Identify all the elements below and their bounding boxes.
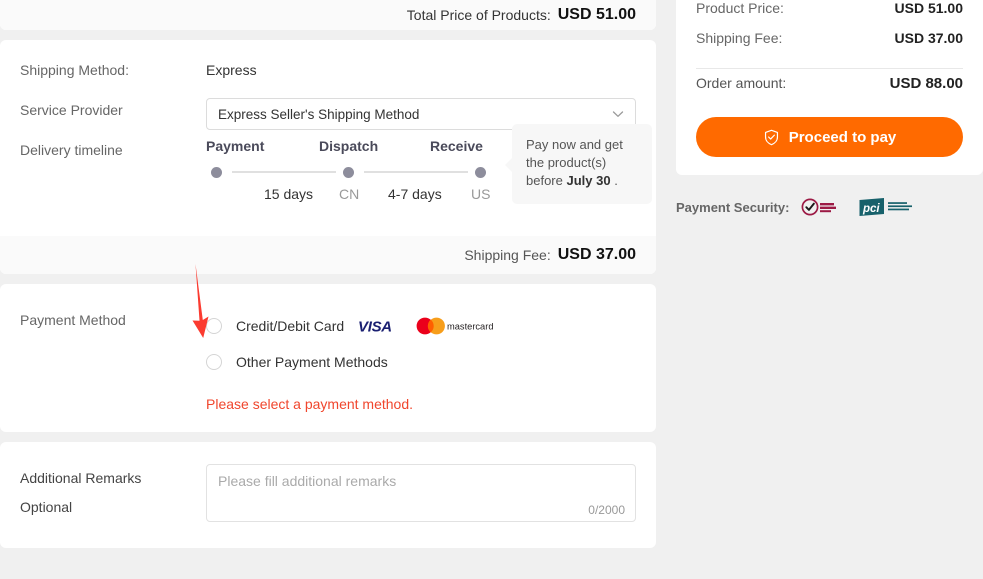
pci-dss-badge: pci <box>859 198 913 216</box>
svg-text:mastercard: mastercard <box>447 321 494 331</box>
service-provider-label: Service Provider <box>20 102 123 118</box>
payment-options-list: Credit/Debit Card VISA mastercard Other … <box>206 308 636 412</box>
summary-label-order-amount: Order amount: <box>696 75 787 91</box>
checkout-page: Total Price of Products: USD 51.00 Shipp… <box>0 0 983 579</box>
timeline-track <box>206 162 496 184</box>
card-brand-logos: VISA mastercard <box>358 317 496 335</box>
summary-label-shipping-fee: Shipping Fee: <box>696 30 783 46</box>
summary-label-product-price: Product Price: <box>696 0 784 16</box>
payment-option-label-other: Other Payment Methods <box>236 354 388 370</box>
delivery-timeline: Payment Dispatch Receive 15 days CN 4-7 … <box>206 124 652 212</box>
timeline-destination-country: US <box>471 186 491 202</box>
radio-credit-debit-card[interactable] <box>206 318 222 334</box>
order-summary-card: Product Price: USD 51.00 Shipping Fee: U… <box>676 0 983 175</box>
additional-remarks-label-line2: Optional <box>20 499 73 515</box>
svg-text:VISA: VISA <box>358 319 392 335</box>
norton-verified-badge <box>801 198 837 216</box>
summary-value-order-amount: USD 88.00 <box>889 75 963 92</box>
mastercard-logo: mastercard <box>416 317 494 335</box>
timeline-stage-receive: Receive <box>430 138 483 154</box>
summary-row-order-amount: Order amount: USD 88.00 <box>696 75 963 109</box>
timeline-dot-payment <box>211 167 222 178</box>
tooltip-date: July 30 <box>566 173 611 188</box>
shipping-fee-label: Shipping Fee: <box>464 247 551 263</box>
chevron-down-icon <box>611 107 625 121</box>
payment-security-row: Payment Security: pci <box>676 197 983 217</box>
additional-remarks-textarea[interactable]: Please fill additional remarks 0/2000 <box>206 464 636 522</box>
payment-method-label: Payment Method <box>20 312 126 328</box>
delivery-timeline-label: Delivery timeline <box>20 142 123 158</box>
left-column: Total Price of Products: USD 51.00 Shipp… <box>0 0 656 558</box>
timeline-connector-1 <box>232 171 336 173</box>
shield-check-icon <box>763 129 780 146</box>
summary-value-product-price: USD 51.00 <box>894 0 963 16</box>
proceed-to-pay-label: Proceed to pay <box>788 128 897 146</box>
total-price-row: Total Price of Products: USD 51.00 <box>0 0 656 30</box>
summary-divider <box>696 68 963 69</box>
timeline-duration-transit: 4-7 days <box>388 186 442 202</box>
payment-option-label-card: Credit/Debit Card <box>236 318 345 334</box>
shipping-method-value: Express <box>206 62 257 78</box>
additional-remarks-counter: 0/2000 <box>588 503 625 517</box>
timeline-duration-processing: 15 days <box>264 186 314 202</box>
proceed-to-pay-button[interactable]: Proceed to pay <box>696 117 963 157</box>
additional-remarks-label: Additional Remarks Optional <box>20 464 206 522</box>
timeline-origin-country: CN <box>339 186 360 202</box>
shipping-fee-value: USD 37.00 <box>557 246 636 263</box>
shipping-card: Shipping Method: Express Service Provide… <box>0 40 656 274</box>
timeline-connector-2 <box>364 171 468 173</box>
payment-method-card: Payment Method Credit/Debit Card VISA ma… <box>0 284 656 432</box>
summary-row-shipping-fee: Shipping Fee: USD 37.00 <box>696 30 963 60</box>
right-column: Product Price: USD 51.00 Shipping Fee: U… <box>676 0 983 217</box>
payment-option-credit-debit-card[interactable]: Credit/Debit Card VISA mastercard <box>206 308 636 344</box>
timeline-stage-labels: Payment Dispatch Receive <box>206 138 496 158</box>
total-price-label: Total Price of Products: <box>406 7 551 23</box>
summary-row-product-price: Product Price: USD 51.00 <box>696 0 963 30</box>
total-price-value: USD 51.00 <box>557 6 636 23</box>
additional-remarks-card: Additional Remarks Optional Please fill … <box>0 442 656 548</box>
svg-text:pci: pci <box>862 203 880 215</box>
summary-value-shipping-fee: USD 37.00 <box>894 30 963 46</box>
delivery-estimate-tooltip: Pay now and get the product(s) before Ju… <box>505 124 652 204</box>
timeline-dot-receive <box>475 167 486 178</box>
timeline-sub-labels: 15 days CN 4-7 days US <box>206 186 506 206</box>
timeline-stage-payment: Payment <box>206 138 265 154</box>
tooltip-suffix: . <box>610 173 618 188</box>
shipping-method-label: Shipping Method: <box>20 62 129 78</box>
payment-error-message: Please select a payment method. <box>206 396 414 412</box>
timeline-dot-dispatch <box>343 167 354 178</box>
payment-security-label: Payment Security: <box>676 199 790 215</box>
products-summary-card: Total Price of Products: USD 51.00 <box>0 0 656 30</box>
payment-option-other-methods[interactable]: Other Payment Methods <box>206 344 636 380</box>
visa-logo: VISA <box>358 319 392 335</box>
radio-other-payment-methods[interactable] <box>206 354 222 370</box>
timeline-stage-dispatch: Dispatch <box>319 138 379 154</box>
delivery-timeline-row: Delivery timeline Payment Dispatch Recei… <box>0 124 656 222</box>
additional-remarks-label-line1: Additional Remarks <box>20 470 142 486</box>
service-provider-selected-value: Express Seller's Shipping Method <box>218 106 420 122</box>
shipping-method-row: Shipping Method: Express <box>0 58 656 98</box>
shipping-fee-row: Shipping Fee: USD 37.00 <box>0 236 656 274</box>
additional-remarks-placeholder: Please fill additional remarks <box>218 473 397 489</box>
